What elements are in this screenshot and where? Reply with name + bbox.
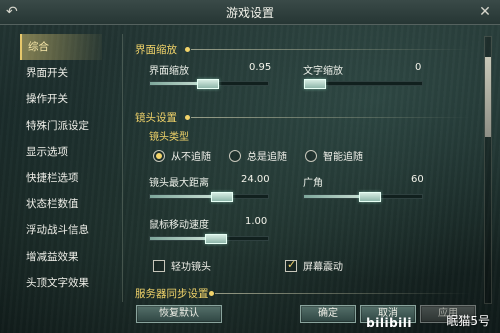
reset-default-button[interactable]: 恢复默认: [136, 305, 222, 323]
camera-type-always-follow[interactable]: 总是追随: [229, 148, 287, 163]
ui-scale-slider[interactable]: [149, 79, 269, 89]
section-divider: [191, 49, 471, 50]
text-scale-value: 0: [415, 62, 422, 73]
light-skill-camera-checkbox[interactable]: 轻功镜头: [153, 258, 211, 273]
mouse-speed-slider[interactable]: [149, 234, 269, 244]
fov-value: 60: [411, 174, 424, 185]
screen-shake-checkbox[interactable]: 屏幕震动: [285, 258, 343, 273]
ui-scale-value: 0.95: [249, 62, 272, 73]
sidebar-item-buffs[interactable]: 增减益效果: [20, 244, 102, 270]
mouse-speed-thumb[interactable]: [204, 234, 227, 244]
checkbox-label: 屏幕震动: [303, 262, 343, 273]
sidebar-item-general[interactable]: 综合: [20, 34, 102, 61]
camera-type-never-follow[interactable]: 从不追随: [153, 148, 211, 163]
ui-scale-thumb[interactable]: [196, 79, 219, 89]
camera-max-distance-label: 镜头最大距离: [149, 178, 209, 189]
camera-type-label: 镜头类型: [149, 132, 189, 143]
radio-circle-icon: [229, 149, 241, 162]
section-dot-icon: [185, 115, 190, 120]
section-divider: [191, 117, 471, 118]
scrollbar-thumb[interactable]: [485, 57, 491, 137]
section-dot-icon: [185, 47, 190, 52]
sidebar-item-floating-combat[interactable]: 浮动战斗信息: [20, 217, 102, 243]
sidebar-item-display-options[interactable]: 显示选项: [20, 139, 102, 165]
camera-type-smart-follow[interactable]: 智能追随: [305, 148, 363, 163]
checkbox-label: 轻功镜头: [171, 262, 211, 273]
fov-label: 广角: [303, 178, 323, 189]
watermark-text: 眠猫5号: [446, 314, 490, 328]
checkbox-box-icon: [285, 258, 297, 272]
radio-circle-icon: [153, 149, 165, 162]
panel-scrollbar[interactable]: [484, 36, 492, 304]
section-title-server-sync: 服务器同步设置: [135, 288, 209, 300]
sidebar-item-special-sect[interactable]: 特殊门派设定: [20, 113, 102, 139]
radio-label: 从不追随: [171, 152, 211, 163]
sidebar-item-operation-toggles[interactable]: 操作开关: [20, 86, 102, 112]
sidebar-item-hotbar-options[interactable]: 快捷栏选项: [20, 165, 102, 191]
bilibili-logo: bilibili: [366, 316, 412, 330]
radio-label: 总是追随: [247, 152, 287, 163]
radio-circle-icon: [305, 149, 317, 162]
settings-panel: 界面缩放 界面缩放 0.95 文字缩放 0 镜头设置 镜头类型 从不追随 总是追…: [122, 34, 485, 302]
ui-scale-label: 界面缩放: [149, 66, 189, 77]
game-settings-screen: ↶ 游戏设置 ✕ 综合 界面开关 操作开关 特殊门派设定 显示选项 快捷栏选项 …: [0, 0, 500, 333]
checkbox-box-icon: [153, 259, 165, 272]
section-divider: [215, 293, 471, 294]
ok-button[interactable]: 确定: [300, 305, 356, 323]
mouse-speed-label: 鼠标移动速度: [149, 220, 209, 231]
sidebar-item-overhead-text[interactable]: 头顶文字效果: [20, 270, 102, 296]
settings-sidebar: 综合 界面开关 操作开关 特殊门派设定 显示选项 快捷栏选项 状态栏数值 浮动战…: [20, 34, 102, 304]
mouse-speed-value: 1.00: [245, 216, 268, 227]
camera-max-distance-value: 24.00: [241, 174, 270, 185]
camera-max-distance-slider[interactable]: [149, 192, 269, 202]
window-title: 游戏设置: [225, 6, 274, 20]
sidebar-item-status-values[interactable]: 状态栏数值: [20, 191, 102, 217]
fov-slider[interactable]: [303, 192, 423, 202]
text-scale-label: 文字缩放: [303, 66, 343, 77]
section-dot-icon: [209, 291, 214, 296]
sidebar-item-interface-toggles[interactable]: 界面开关: [20, 60, 102, 86]
fov-thumb[interactable]: [358, 192, 381, 202]
title-bar: ↶ 游戏设置 ✕: [0, 0, 500, 25]
text-scale-thumb[interactable]: [304, 79, 326, 89]
close-icon[interactable]: ✕: [476, 3, 494, 21]
camera-max-distance-thumb[interactable]: [210, 192, 233, 202]
section-title-camera: 镜头设置: [135, 112, 177, 124]
radio-label: 智能追随: [323, 152, 363, 163]
text-scale-slider[interactable]: [303, 79, 423, 89]
section-title-ui-scale: 界面缩放: [135, 44, 177, 56]
